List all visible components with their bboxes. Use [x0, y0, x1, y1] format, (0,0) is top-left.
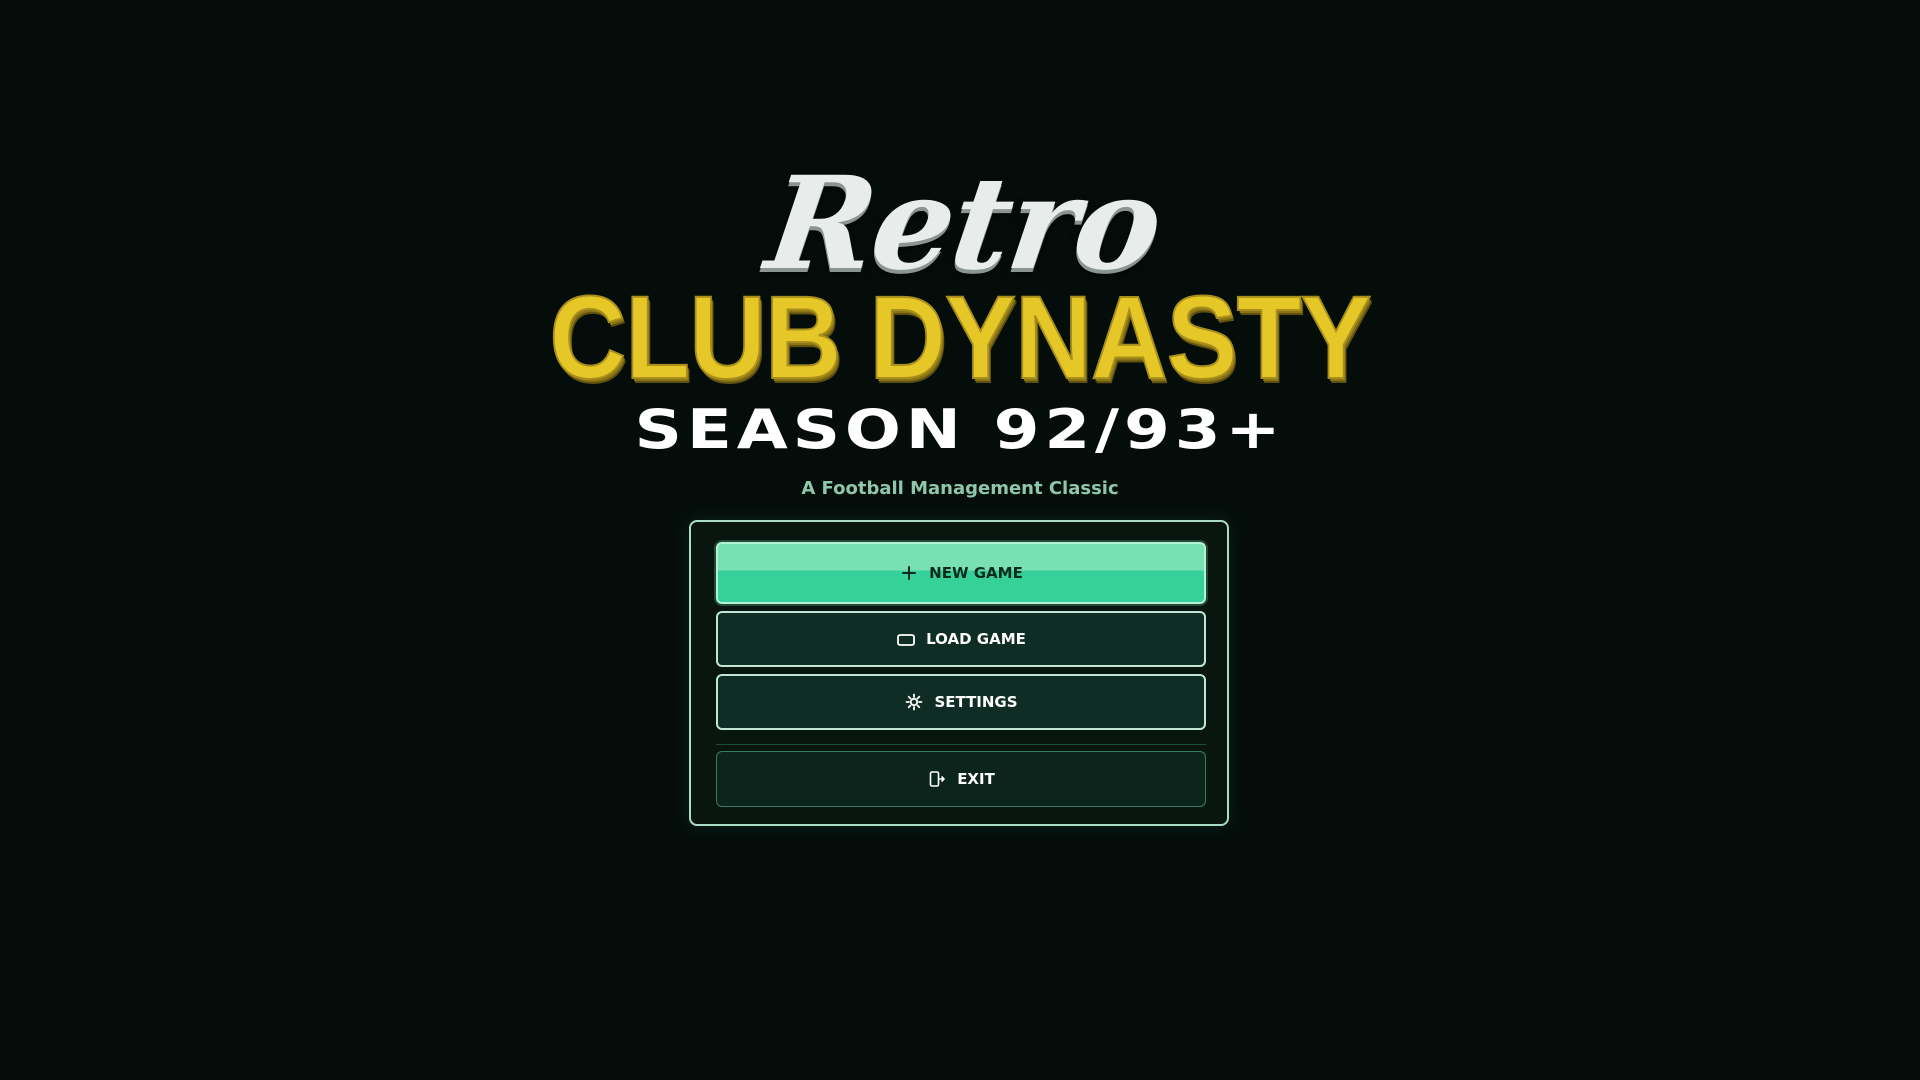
main-menu-panel: NEW GAME LOAD GAME SETTINGS EXIT: [689, 520, 1229, 826]
logo-title-text: CLUB DYNASTY: [549, 272, 1373, 404]
main-menu-screen: Retro CLUB DYNASTY SEASON 92/93+ A Footb…: [0, 0, 1920, 1080]
settings-button[interactable]: SETTINGS: [716, 674, 1206, 730]
gear-icon: [904, 692, 924, 712]
exit-label: EXIT: [957, 770, 995, 788]
logo-retro-text: Retro: [758, 149, 1170, 299]
tagline: A Football Management Classic: [801, 478, 1119, 499]
new-game-button[interactable]: NEW GAME: [716, 542, 1206, 604]
load-game-button[interactable]: LOAD GAME: [716, 611, 1206, 667]
game-logo: Retro CLUB DYNASTY SEASON 92/93+ A Footb…: [0, 149, 1920, 499]
load-game-label: LOAD GAME: [926, 630, 1026, 648]
logo-season-text: SEASON 92/93+: [634, 398, 1286, 461]
exit-button[interactable]: EXIT: [716, 751, 1206, 807]
menu-divider: [716, 744, 1206, 745]
settings-label: SETTINGS: [934, 693, 1018, 711]
new-game-label: NEW GAME: [929, 564, 1023, 582]
plus-icon: [899, 563, 919, 583]
folder-icon: [896, 629, 916, 649]
exit-door-icon: [927, 769, 947, 789]
